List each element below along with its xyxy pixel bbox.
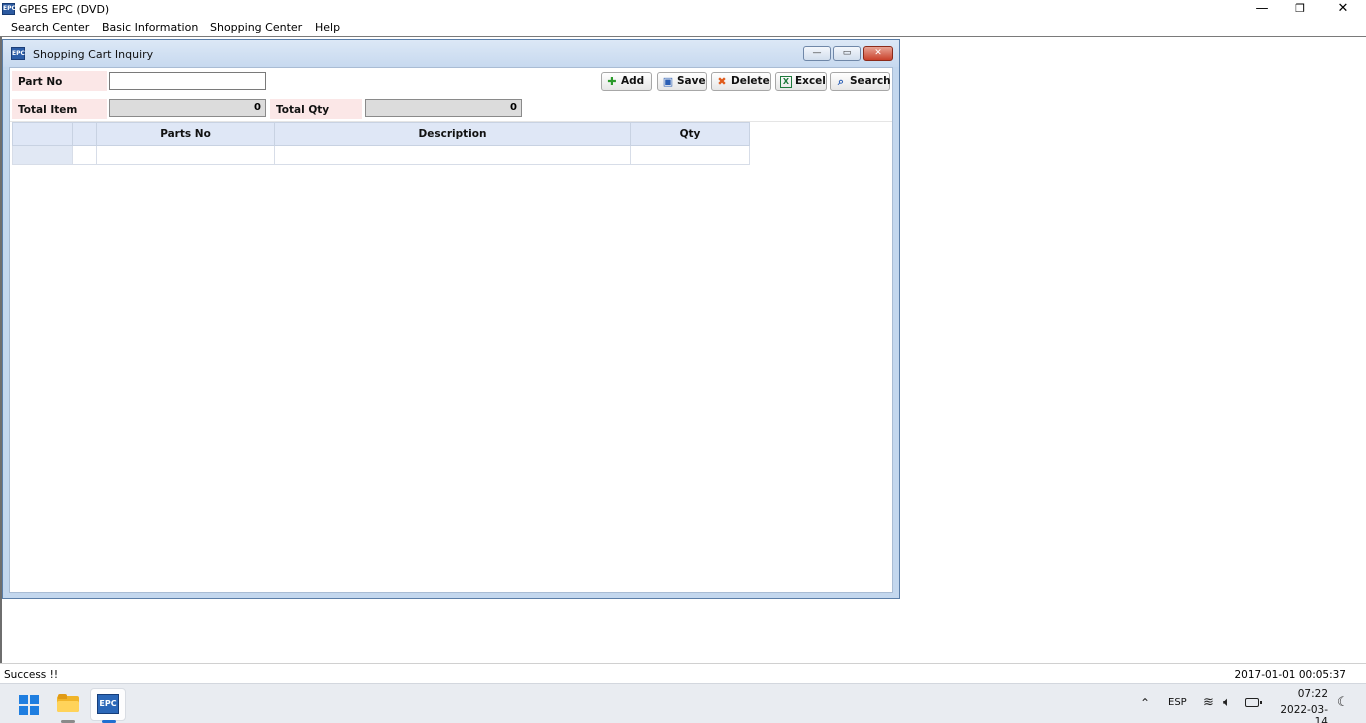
app-icon: EPC xyxy=(2,3,16,15)
menu-basic-information[interactable]: Basic Information xyxy=(102,21,198,34)
chevron-up-icon[interactable]: ⌃ xyxy=(1140,696,1150,710)
status-bar: Success !! 2017-01-01 00:05:37 xyxy=(0,663,1366,683)
part-no-label: Part No xyxy=(12,71,107,91)
total-qty-field: 0 xyxy=(365,99,522,117)
notification-icon[interactable]: ☾ xyxy=(1337,695,1349,710)
menu-bar: Search Center Basic Information Shopping… xyxy=(0,18,1366,37)
window-minimize-button[interactable]: — xyxy=(803,46,831,61)
status-datetime: 2017-01-01 00:05:37 xyxy=(1234,669,1346,681)
search-button[interactable]: ⌕ Search xyxy=(830,72,891,91)
clock-time[interactable]: 07:22 xyxy=(1280,688,1328,700)
grid-header-row: Parts No Description Qty xyxy=(12,122,750,146)
wifi-icon[interactable]: ≋ xyxy=(1203,695,1214,710)
window-title-bar[interactable]: EPC Shopping Cart Inquiry — ▭ ✕ xyxy=(3,40,899,67)
windows-start-icon[interactable] xyxy=(19,695,39,715)
epc-app-icon[interactable]: EPC xyxy=(97,694,119,714)
excel-button[interactable]: X Excel xyxy=(775,72,827,91)
total-qty-label: Total Qty xyxy=(270,99,362,119)
window-icon: EPC xyxy=(11,47,25,60)
menu-help[interactable]: Help xyxy=(315,21,340,34)
window-close-button[interactable]: ✕ xyxy=(863,46,893,61)
cart-grid: Parts No Description Qty xyxy=(12,122,750,165)
grid-check-header[interactable] xyxy=(72,122,97,146)
window-maximize-button[interactable]: ▭ xyxy=(833,46,861,61)
search-button-label: Search xyxy=(850,75,891,87)
add-icon: ✚ xyxy=(607,75,617,88)
excel-button-label: Excel xyxy=(795,75,826,87)
excel-icon: X xyxy=(780,76,792,88)
window-title: Shopping Cart Inquiry xyxy=(33,48,154,61)
parts-no-cell[interactable] xyxy=(96,145,275,165)
description-cell[interactable] xyxy=(274,145,631,165)
language-indicator[interactable]: ESP xyxy=(1168,697,1187,708)
delete-button[interactable]: ✖ Delete xyxy=(711,72,771,91)
minimize-button[interactable]: — xyxy=(1242,0,1282,18)
delete-button-label: Delete xyxy=(731,75,770,87)
add-button[interactable]: ✚ Add xyxy=(601,72,652,91)
clock-date[interactable]: 2022-03-14 xyxy=(1268,704,1328,723)
col-header-description[interactable]: Description xyxy=(274,122,631,146)
restore-button[interactable]: ❐ xyxy=(1280,0,1320,18)
delete-icon: ✖ xyxy=(717,75,727,88)
table-row[interactable] xyxy=(12,145,750,165)
save-icon: ▣ xyxy=(662,75,674,88)
shopping-cart-window: EPC Shopping Cart Inquiry — ▭ ✕ Part No … xyxy=(2,39,900,599)
col-header-qty[interactable]: Qty xyxy=(630,122,750,146)
folder-icon[interactable] xyxy=(57,694,79,713)
battery-icon[interactable] xyxy=(1245,698,1262,707)
taskbar: EPC ⌃ ESP ≋ 🔈︎ 07:22 2022-03-14 ☾ xyxy=(0,683,1366,723)
menu-shopping-center[interactable]: Shopping Center xyxy=(210,21,302,34)
app-title-bar: EPC GPES EPC (DVD) — ❐ ✕ xyxy=(0,0,1366,18)
grid-corner-header xyxy=(12,122,73,146)
save-button-label: Save xyxy=(677,75,706,87)
save-button[interactable]: ▣ Save xyxy=(657,72,707,91)
col-header-parts-no[interactable]: Parts No xyxy=(96,122,275,146)
volume-icon[interactable]: 🔈︎ xyxy=(1223,695,1231,710)
search-icon: ⌕ xyxy=(837,75,845,88)
part-no-input[interactable] xyxy=(109,72,266,90)
row-check-cell[interactable] xyxy=(72,145,97,165)
window-content: Part No ✚ Add ▣ Save ✖ Delete X Excel ⌕ … xyxy=(9,67,893,593)
add-button-label: Add xyxy=(621,75,645,87)
total-item-field: 0 xyxy=(109,99,266,117)
total-item-label: Total Item xyxy=(12,99,107,119)
close-button[interactable]: ✕ xyxy=(1323,0,1363,18)
qty-cell[interactable] xyxy=(630,145,750,165)
menu-search-center[interactable]: Search Center xyxy=(11,21,89,34)
status-message: Success !! xyxy=(4,669,59,681)
row-header-cell[interactable] xyxy=(12,145,73,165)
app-title: GPES EPC (DVD) xyxy=(19,3,110,16)
